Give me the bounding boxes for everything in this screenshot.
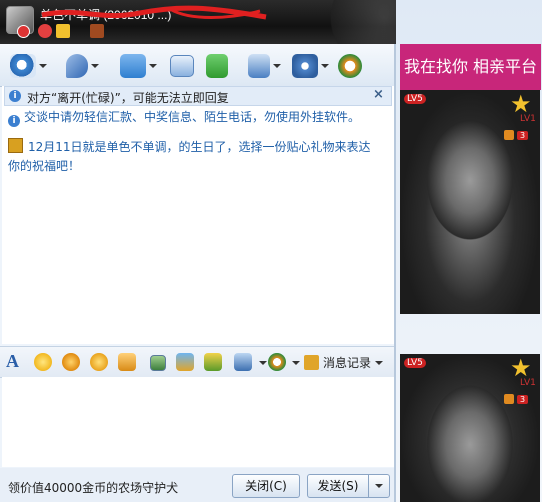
shake-window-icon[interactable] (90, 353, 108, 371)
app-settings-button[interactable] (292, 52, 329, 80)
qzone-icon[interactable] (90, 24, 104, 38)
busy-status-icon (17, 25, 30, 38)
speaker-icon (504, 394, 514, 404)
chevron-down-icon[interactable] (39, 64, 47, 68)
send-file-button[interactable] (120, 52, 157, 80)
envelope-icon (170, 55, 194, 77)
screenshot-icon[interactable] (234, 353, 252, 371)
magic-emoticon-icon[interactable] (62, 353, 80, 371)
birthday-reminder-text[interactable]: 12月11日就是单色不单调，的生日了，选择一份贴心礼物来表达你的祝福吧！ (8, 140, 371, 173)
send-sms-button[interactable] (170, 52, 194, 80)
security-notice-text: 交谈中请勿轻信汇款、中奖信息、陌生电话，勿使用外挂软件。 (24, 110, 361, 124)
level-badge: LV5 (404, 358, 426, 368)
send-image-icon[interactable] (150, 355, 166, 371)
message-log-button[interactable]: 消息记录 (304, 354, 384, 371)
farm-ad-link[interactable]: 领价值40000金币的农场守护犬 (8, 479, 178, 496)
away-notice-bar: i 对方“离开(忙碌)”，可能无法立即回复 × (4, 86, 392, 106)
gear-icon (292, 54, 318, 78)
message-input[interactable] (2, 377, 394, 467)
music-icon[interactable] (176, 353, 194, 371)
speaker-icon (504, 130, 514, 140)
gift-toolbar-icon[interactable] (204, 353, 222, 371)
info-icon: i (8, 115, 20, 127)
chevron-down-icon[interactable] (91, 64, 99, 68)
chevron-down-icon[interactable] (149, 64, 157, 68)
dating-ad-banner[interactable]: 我在找你 相亲平台 (400, 44, 541, 90)
speaker-count: 3 (517, 394, 529, 404)
chevron-down-icon[interactable] (292, 361, 300, 365)
chevron-down-icon (375, 484, 383, 488)
group-add-icon (206, 54, 228, 78)
star-icon: ★ (510, 354, 532, 382)
soso-icon[interactable] (268, 353, 286, 371)
my-photo-figure (410, 362, 530, 502)
user-card-icon (248, 54, 270, 78)
title-status-icons (38, 24, 104, 38)
folder-icon (120, 54, 146, 78)
input-format-toolbar: A 消息记录 (0, 346, 398, 378)
info-icon: i (9, 90, 21, 102)
birthday-reminder[interactable]: 12月11日就是单色不单调，的生日了，选择一份贴心礼物来表达你的祝福吧！ (8, 138, 380, 176)
panel-divider[interactable] (394, 44, 396, 502)
create-group-button[interactable] (206, 52, 228, 80)
star-icon: ★ (510, 90, 532, 118)
speaker-count: 3 (517, 130, 529, 140)
star-level: LV1 (520, 114, 536, 124)
bottom-bar: 领价值40000金币的农场守护犬 关闭(C) 发送(S) (0, 468, 398, 502)
security-notice: i 交谈中请勿轻信汇款、中奖信息、陌生电话，勿使用外挂软件。 (8, 108, 360, 127)
chevron-down-icon[interactable] (375, 360, 384, 365)
soso-button[interactable] (338, 52, 362, 80)
star-level: LV1 (520, 378, 536, 388)
level-badge: LV5 (404, 94, 426, 104)
chevron-down-icon[interactable] (273, 64, 281, 68)
notice-close-icon[interactable]: × (373, 87, 384, 102)
camera-icon (10, 54, 36, 78)
remote-assist-button[interactable] (248, 52, 281, 80)
contact-photo-figure (410, 98, 530, 248)
speaker-badge[interactable]: 3 (504, 130, 529, 140)
microphone-icon (66, 54, 88, 78)
send-options-button[interactable] (368, 474, 390, 498)
scribble-icon[interactable] (118, 353, 136, 371)
message-log-label: 消息记录 (323, 356, 372, 370)
message-log-icon (304, 355, 319, 370)
my-show-photo[interactable]: LV5 ★ LV1 3 (400, 354, 540, 502)
font-settings-icon[interactable]: A (6, 351, 19, 372)
chevron-down-icon[interactable] (259, 361, 267, 365)
video-chat-button[interactable] (10, 52, 47, 80)
contact-show-photo[interactable]: LV5 ★ LV1 3 (400, 90, 540, 314)
redaction-scribble (41, 5, 267, 20)
chevron-down-icon[interactable] (321, 64, 329, 68)
send-button[interactable]: 发送(S) (307, 474, 369, 498)
vip-star-icon[interactable] (56, 24, 70, 38)
emoticon-icon[interactable] (34, 353, 52, 371)
gift-icon (8, 138, 23, 153)
speaker-badge[interactable]: 3 (504, 394, 529, 404)
voice-chat-button[interactable] (66, 52, 99, 80)
away-notice-text: 对方“离开(忙碌)”，可能无法立即回复 (27, 91, 229, 105)
close-button[interactable]: 关闭(C) (232, 474, 300, 498)
chat-window: 单色不单调 (2062010 ...) – □ ✕ (0, 0, 542, 502)
main-toolbar (0, 44, 398, 87)
s-logo-icon (338, 54, 362, 78)
status-busy-icon[interactable] (38, 24, 52, 38)
